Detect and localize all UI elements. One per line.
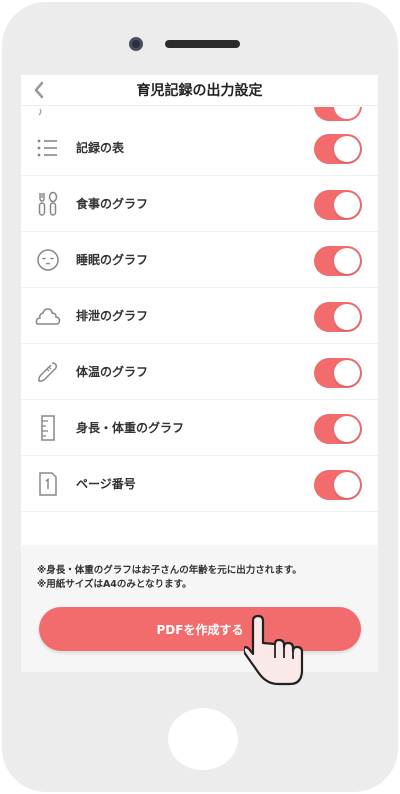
page-number-icon — [35, 471, 61, 497]
list-item-meal-graph[interactable]: 食事のグラフ — [21, 176, 378, 232]
ruler-icon — [35, 415, 61, 441]
list-item-record-table[interactable]: 記録の表 — [21, 120, 378, 176]
app-screen: 育児記録の出力設定 記録の表 食事のグラフ 睡眠のグラフ 排泄のグラフ 体温のグ… — [21, 75, 378, 672]
list-item-label: 記録の表 — [76, 141, 125, 155]
page-title: 育児記録の出力設定 — [136, 83, 263, 99]
create-pdf-button-label: PDFを作成する — [156, 622, 244, 637]
pointing-hand-icon — [244, 614, 304, 686]
list-item-height-weight-graph[interactable]: 身長・体重のグラフ — [21, 400, 378, 456]
utensils-icon — [35, 191, 61, 217]
list-item-sleep-graph[interactable]: 睡眠のグラフ — [21, 232, 378, 288]
list-item-excretion-graph[interactable]: 排泄のグラフ — [21, 288, 378, 344]
list-item-page-number[interactable]: ページ番号 — [21, 456, 378, 512]
toggle-meal-graph[interactable] — [314, 190, 362, 220]
partial-list-item — [21, 106, 378, 121]
toggle-height-weight-graph[interactable] — [314, 414, 362, 444]
toggle-excretion-graph[interactable] — [314, 302, 362, 332]
list-item-label: 身長・体重のグラフ — [76, 421, 185, 435]
phone-frame: 育児記録の出力設定 記録の表 食事のグラフ 睡眠のグラフ 排泄のグラフ 体温のグ… — [2, 2, 398, 792]
list-item-label: ページ番号 — [76, 477, 136, 491]
camera — [129, 37, 143, 51]
list-item-label: 排泄のグラフ — [76, 309, 149, 323]
list-item-temperature-graph[interactable]: 体温のグラフ — [21, 344, 378, 400]
note-text: ※用紙サイズはA4のみとなります。 — [37, 579, 192, 590]
toggle-page-number[interactable] — [314, 470, 362, 500]
list-icon — [35, 135, 61, 161]
navigation-bar: 育児記録の出力設定 — [21, 75, 378, 106]
home-button[interactable] — [168, 708, 238, 770]
thermometer-icon — [35, 359, 61, 385]
sleep-face-icon — [35, 247, 61, 273]
back-button[interactable] — [29, 78, 49, 102]
settings-list[interactable]: 記録の表 食事のグラフ 睡眠のグラフ 排泄のグラフ 体温のグラフ 身長・体重のグ… — [21, 106, 378, 545]
poop-icon — [35, 303, 61, 329]
note-text: ※身長・体重のグラフはお子さんの年齢を元に出力されます。 — [37, 565, 302, 576]
list-item-label: 食事のグラフ — [76, 197, 149, 211]
chevron-left-icon — [34, 81, 44, 99]
toggle-sleep-graph[interactable] — [314, 246, 362, 276]
speaker — [165, 40, 240, 48]
list-item-label: 体温のグラフ — [76, 365, 149, 379]
create-pdf-button[interactable]: PDFを作成する — [39, 607, 361, 651]
toggle-record-table[interactable] — [314, 134, 362, 164]
list-item-label: 睡眠のグラフ — [76, 253, 149, 267]
toggle-temperature-graph[interactable] — [314, 358, 362, 388]
